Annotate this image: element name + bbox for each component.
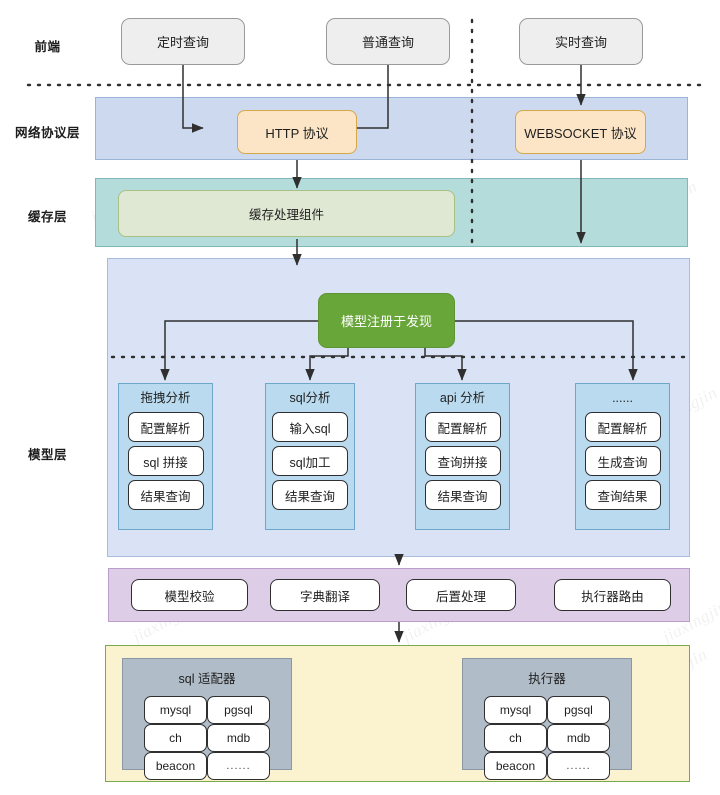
adapter-cell[interactable]: mysql [484,696,547,724]
model-card-item[interactable]: 配置解析 [424,412,501,442]
model-card-other[interactable]: ...... 配置解析 生成查询 查询结果 [575,383,670,530]
model-card-item[interactable]: 查询结果 [584,480,661,510]
adapter-cell[interactable]: ...... [207,752,270,780]
adapter-cell[interactable]: beacon [144,752,207,780]
layer-label-cache: 缓存层 [27,210,67,224]
model-card-title: ...... [612,391,633,405]
adapter-cell[interactable]: mdb [547,724,610,752]
adapter-group-title: sql 适配器 [178,672,236,686]
adapter-cell[interactable]: ch [484,724,547,752]
protocol-box-websocket[interactable]: WEBSOCKET 协议 [515,110,646,154]
model-card-item[interactable]: 结果查询 [424,480,501,510]
adapter-cell[interactable]: pgsql [207,696,270,724]
adapter-cell[interactable]: mysql [144,696,207,724]
adapter-cell-grid: mysql pgsql ch mdb beacon ...... [484,696,610,780]
layer-label-network: 网络协议层 [14,126,80,140]
model-card-item[interactable]: 配置解析 [127,412,204,442]
architecture-diagram: jiaxingjin jiaxingjin jiaxingjin jiaxing… [0,0,720,795]
model-card-drag-analysis[interactable]: 拖拽分析 配置解析 sql 拼接 结果查询 [118,383,213,530]
adapter-cell[interactable]: beacon [484,752,547,780]
model-card-item[interactable]: sql加工 [272,446,348,476]
frontend-box-scheduled-query[interactable]: 定时查询 [121,18,245,65]
processing-item-model-validation[interactable]: 模型校验 [131,579,248,611]
model-card-item[interactable]: 生成查询 [584,446,661,476]
processing-item-executor-routing[interactable]: 执行器路由 [554,579,671,611]
cache-processing-component[interactable]: 缓存处理组件 [118,190,455,237]
model-card-sql-analysis[interactable]: sql分析 输入sql sql加工 结果查询 [265,383,355,530]
protocol-box-http[interactable]: HTTP 协议 [237,110,357,154]
model-card-api-analysis[interactable]: api 分析 配置解析 查询拼接 结果查询 [415,383,510,530]
adapter-cell[interactable]: pgsql [547,696,610,724]
adapter-group-sql-adapter[interactable]: sql 适配器 mysql pgsql ch mdb beacon ...... [122,658,292,780]
layer-label-frontend: 前端 [34,40,61,54]
frontend-box-normal-query[interactable]: 普通查询 [326,18,450,65]
model-card-item[interactable]: 结果查询 [127,480,204,510]
processing-item-post-processing[interactable]: 后置处理 [406,579,516,611]
layer-label-model: 模型层 [27,448,67,462]
model-card-item[interactable]: 配置解析 [584,412,661,442]
model-card-item[interactable]: 查询拼接 [424,446,501,476]
model-card-title: 拖拽分析 [140,391,191,405]
model-card-item[interactable]: 输入sql [272,412,348,442]
model-card-title: sql分析 [289,391,331,405]
adapter-cell[interactable]: ...... [547,752,610,780]
model-card-title: api 分析 [439,391,486,405]
adapter-cell[interactable]: mdb [207,724,270,752]
adapter-group-executor[interactable]: 执行器 mysql pgsql ch mdb beacon ...... [462,658,632,780]
adapter-cell[interactable]: ch [144,724,207,752]
frontend-box-realtime-query[interactable]: 实时查询 [519,18,643,65]
model-card-item[interactable]: 结果查询 [272,480,348,510]
processing-item-dictionary-translation[interactable]: 字典翻译 [270,579,380,611]
adapter-cell-grid: mysql pgsql ch mdb beacon ...... [144,696,270,780]
model-registry-discovery[interactable]: 模型注册于发现 [318,293,455,348]
model-card-item[interactable]: sql 拼接 [127,446,204,476]
adapter-group-title: 执行器 [528,672,566,686]
